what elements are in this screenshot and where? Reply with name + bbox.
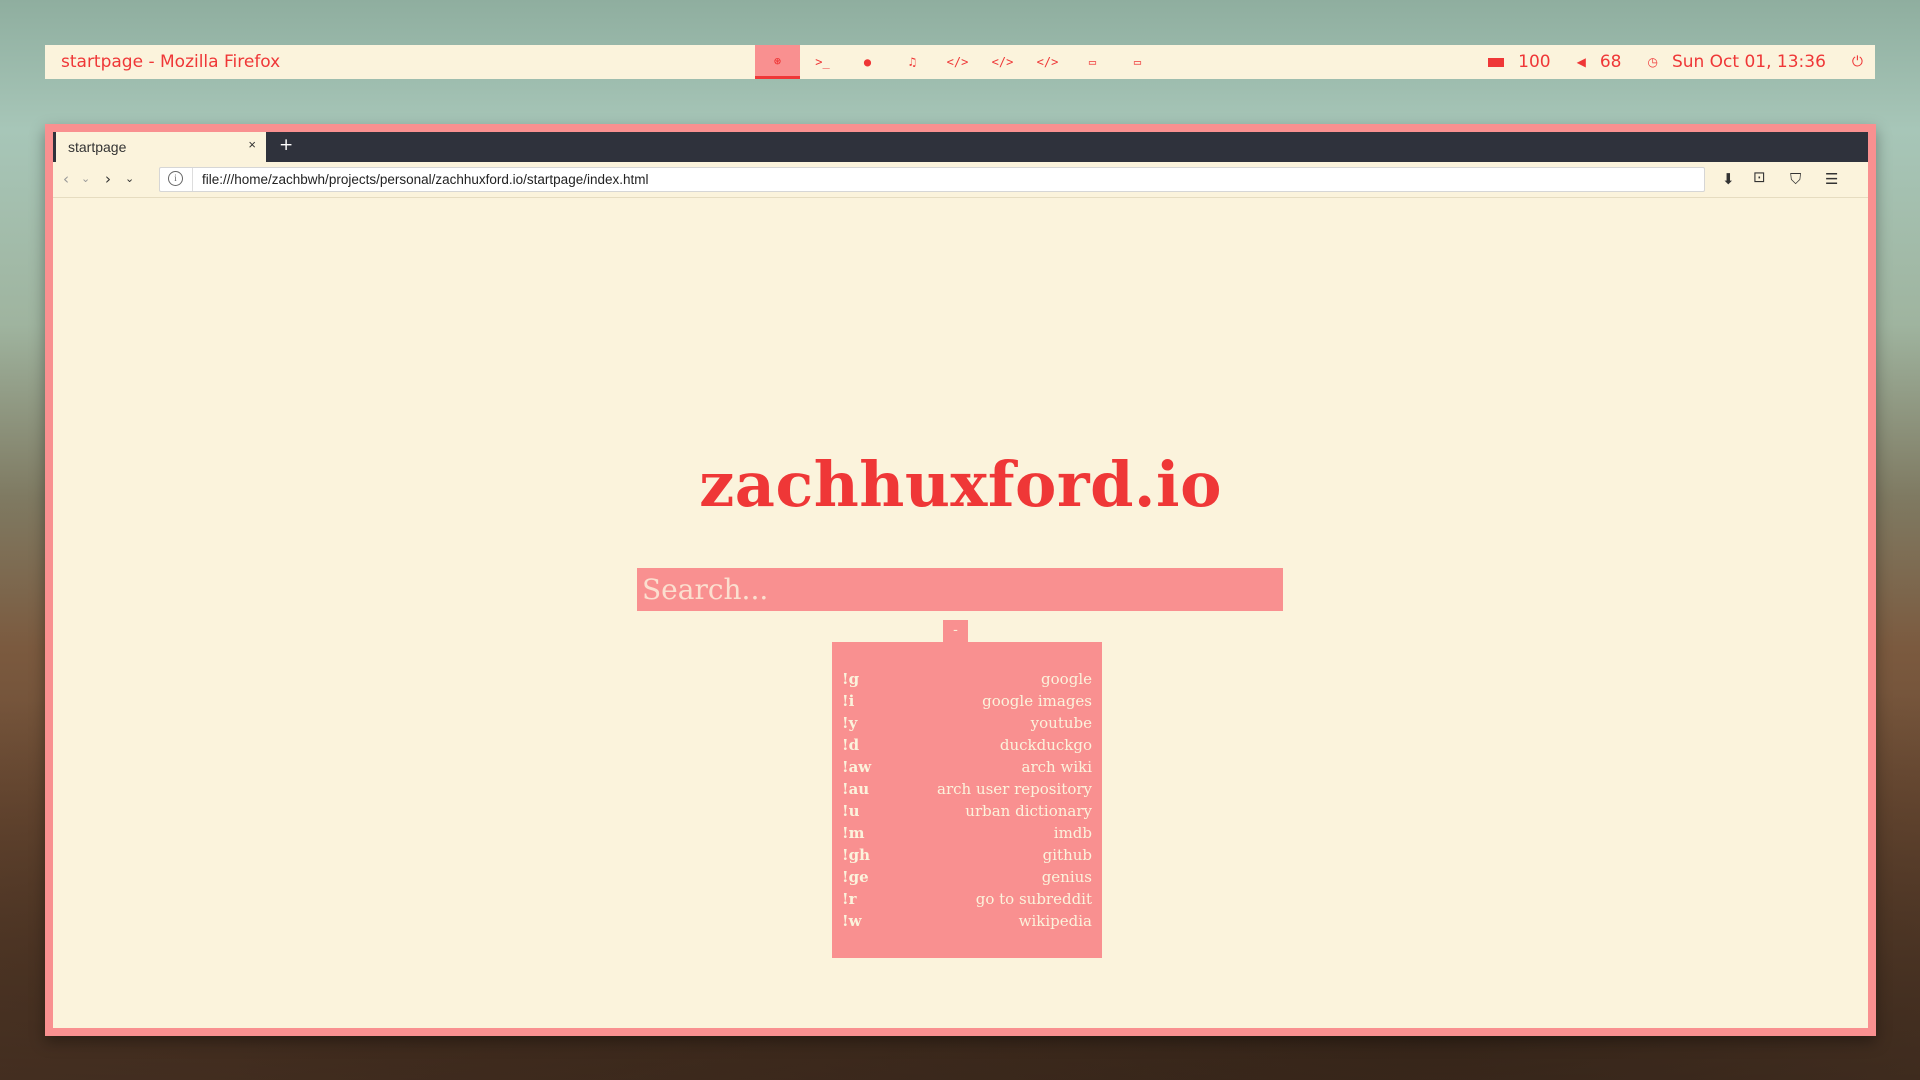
browser-window: startpage × + ‹ ⌄ › ⌄ i file:///home/zac… [45,124,1876,1036]
bang-row: !au arch user repository [842,778,1092,800]
chrome-icon: ⊛ [773,53,782,68]
bang-key: !m [842,824,865,842]
bang-list: !g google !i google images !y youtube !d duc… [832,642,1102,958]
info-icon[interactable]: i [168,171,183,186]
status-area: 100 ◀ 68 ◷ Sun Oct 01, 13:36 ⏻ [1462,45,1863,79]
bang-name: arch wiki [1021,758,1092,776]
panel-window-title: startpage - Mozilla Firefox [61,52,281,72]
collapse-bangs-button[interactable]: - [943,620,968,643]
bang-row: !i google images [842,690,1092,712]
new-tab-button[interactable]: + [279,135,293,155]
url-bar[interactable]: i file:///home/zachbwh/projects/personal… [159,167,1705,192]
volume-indicator[interactable]: ◀ 68 [1577,52,1622,72]
bang-key: !u [842,802,860,820]
code-icon: </> [991,55,1014,69]
bang-key: !w [842,912,862,930]
bang-name: wikipedia [1018,912,1092,930]
bang-name: urban dictionary [965,802,1092,820]
tab-bar: startpage × + [53,132,1868,162]
workspace-switcher: ⊛ >_ ● ♫ </> </> </> ▭ ▭ [755,45,1160,79]
bang-name: youtube [1030,714,1092,732]
battery-indicator[interactable]: 100 [1488,52,1551,72]
top-panel: startpage - Mozilla Firefox ⊛ >_ ● ♫ </>… [45,45,1875,79]
battery-icon [1488,57,1505,67]
menu-icon[interactable]: ☰ [1825,170,1838,188]
bang-row: !u urban dictionary [842,800,1092,822]
back-icon[interactable]: ‹ [63,170,69,188]
bang-key: !g [842,670,860,688]
tab-label: startpage [68,139,127,155]
workspace-4[interactable]: ♫ [890,45,935,79]
bang-row: !w wikipedia [842,910,1092,932]
workspace-8[interactable]: ▭ [1070,45,1115,79]
bang-name: imdb [1053,824,1092,842]
bang-row: !m imdb [842,822,1092,844]
battery-value: 100 [1518,52,1551,72]
workspace-3[interactable]: ● [845,45,890,79]
code-icon: </> [1036,55,1059,69]
bang-key: !ge [842,868,869,886]
volume-value: 68 [1599,52,1622,72]
bang-key: !au [842,780,870,798]
download-icon[interactable]: ⬇ [1722,170,1735,188]
bang-key: !d [842,736,860,754]
monitor-icon: ▭ [1133,55,1142,69]
bang-name: github [1042,846,1092,864]
tab-startpage[interactable]: startpage × [53,132,266,162]
workspace-2[interactable]: >_ [800,45,845,79]
workspace-1[interactable]: ⊛ [755,45,800,79]
bang-row: !r go to subreddit [842,888,1092,910]
clock-icon: ◷ [1647,55,1658,69]
screenshot-icon[interactable]: ⊡ [1753,168,1766,186]
close-tab-icon[interactable]: × [248,137,256,152]
bang-row: !aw arch wiki [842,756,1092,778]
bang-row: !d duckduckgo [842,734,1092,756]
volume-icon: ◀ [1576,55,1586,69]
workspace-7[interactable]: </> [1025,45,1070,79]
bang-key: !i [842,692,855,710]
bang-row: !y youtube [842,712,1092,734]
nav-bar: ‹ ⌄ › ⌄ i file:///home/zachbwh/projects/… [53,162,1868,198]
clock[interactable]: ◷ Sun Oct 01, 13:36 [1647,52,1825,72]
workspace-9[interactable]: ▭ [1115,45,1160,79]
bang-key: !aw [842,758,872,776]
bang-row: !ge genius [842,866,1092,888]
forward-icon[interactable]: › [105,170,111,188]
page-content: zachhuxford.io - !g google !i google image… [53,198,1868,1028]
workspace-6[interactable]: </> [980,45,1025,79]
bang-name: google images [982,692,1092,710]
code-icon: </> [946,55,969,69]
back-history-chevron-icon[interactable]: ⌄ [81,172,90,185]
bang-name: google [1041,670,1092,688]
monitor-icon: ▭ [1088,55,1097,69]
bang-row: !g google [842,668,1092,690]
bang-name: go to subreddit [975,890,1092,908]
url-separator [192,168,193,191]
url-text[interactable]: file:///home/zachbwh/projects/personal/z… [202,172,649,187]
bang-row: !gh github [842,844,1092,866]
bang-name: genius [1041,868,1092,886]
terminal-icon: >_ [815,55,830,69]
power-icon[interactable]: ⏻ [1852,54,1863,70]
bang-name: arch user repository [937,780,1092,798]
forward-history-chevron-icon[interactable]: ⌄ [125,172,134,185]
shield-icon[interactable]: ⛉ [1790,170,1801,188]
bang-key: !r [842,890,857,908]
workspace-5[interactable]: </> [935,45,980,79]
clock-value: Sun Oct 01, 13:36 [1671,52,1826,72]
page-title: zachhuxford.io [699,448,1222,521]
chat-icon: ● [863,55,872,69]
bang-key: !gh [842,846,870,864]
music-icon: ♫ [908,55,917,69]
bang-name: duckduckgo [999,736,1092,754]
bang-key: !y [842,714,858,732]
search-input[interactable] [637,568,1283,611]
